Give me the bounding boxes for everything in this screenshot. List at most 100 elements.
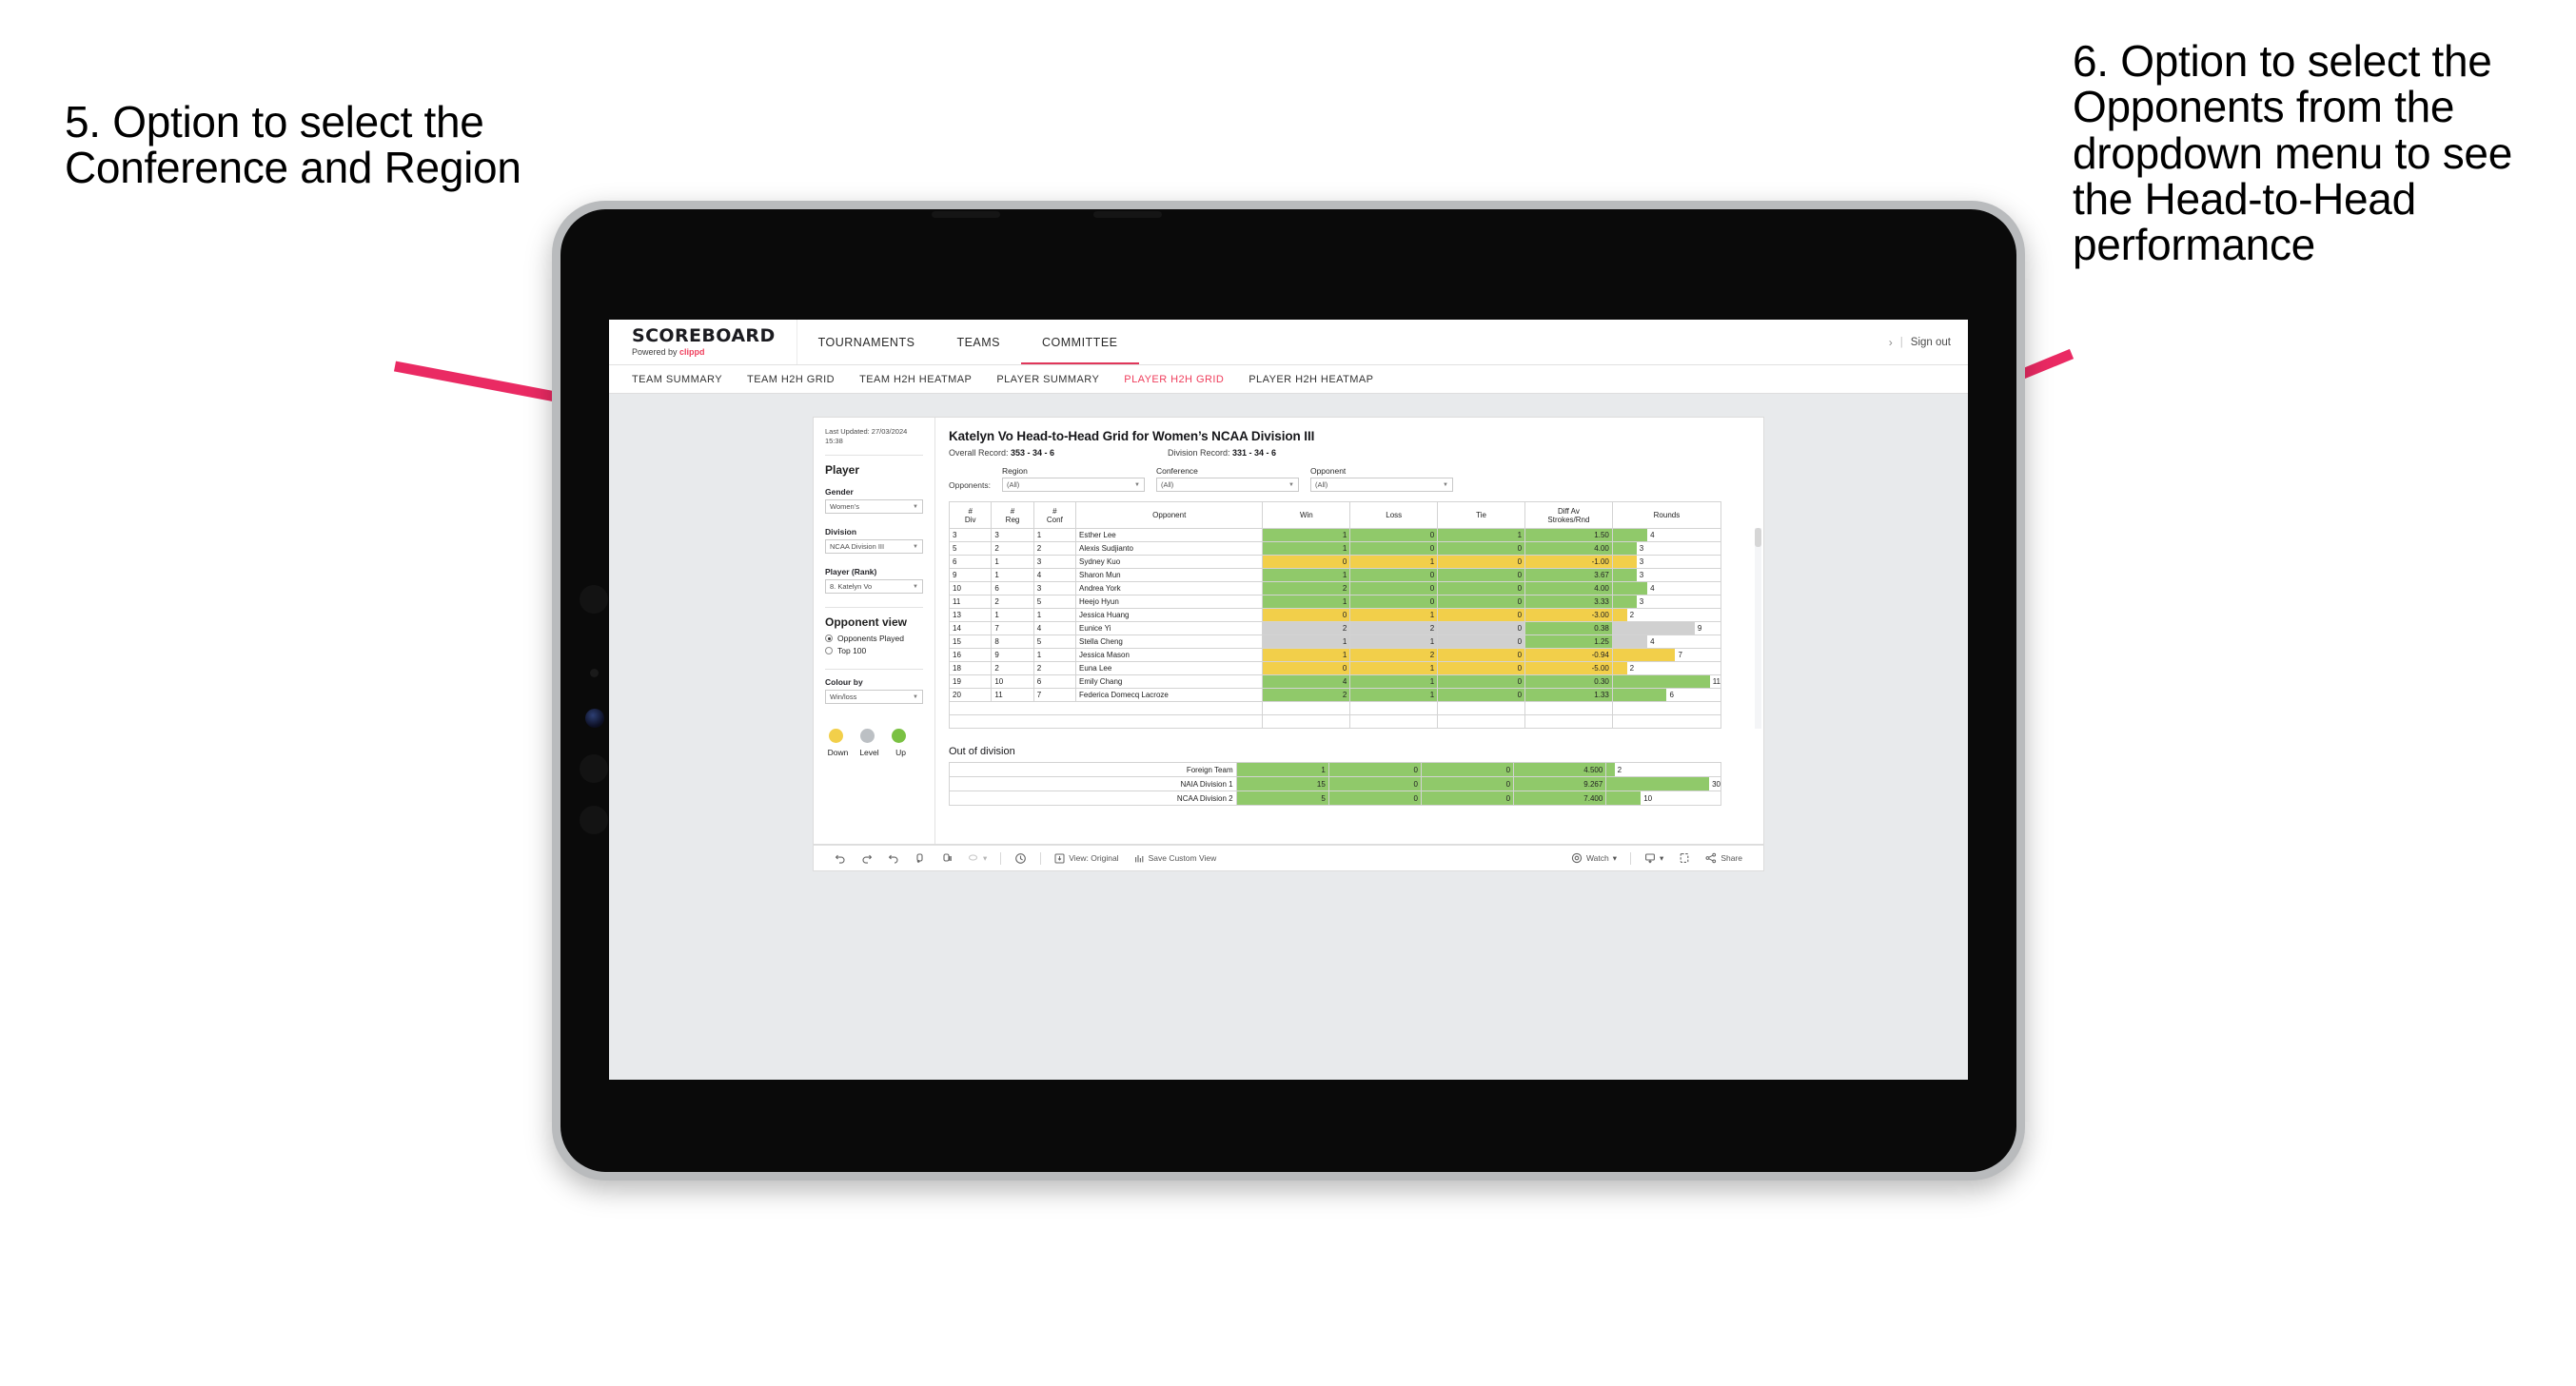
tab-team-h2h-grid[interactable]: TEAM H2H GRID <box>747 374 835 385</box>
filter-colour-by-select[interactable]: Win/loss ▼ <box>825 690 923 705</box>
sign-out-link[interactable]: Sign out <box>1911 337 1951 348</box>
grid-scrollbar-thumb[interactable] <box>1755 528 1761 547</box>
cell-tie: 0 <box>1420 791 1515 806</box>
table-row[interactable]: 10 6 3 Andrea York 2 0 0 4.00 4 <box>948 581 1722 595</box>
filter-conference-select[interactable]: (All) ▼ <box>1155 478 1299 492</box>
cell-reg: 1 <box>991 568 1034 582</box>
nav-item-tournaments[interactable]: TOURNAMENTS <box>797 320 936 364</box>
table-row[interactable]: 15 8 5 Stella Cheng 1 1 0 1.25 4 <box>948 634 1722 649</box>
filter-opponent-select[interactable]: (All) ▼ <box>1309 478 1453 492</box>
cell-diff-av-strokes: 1.25 <box>1524 634 1613 649</box>
filter-gender-select[interactable]: Women’s ▼ <box>825 499 923 515</box>
cell-tie: 0 <box>1437 568 1526 582</box>
share-button[interactable]: Share <box>1698 852 1750 864</box>
table-row[interactable]: 6 1 3 Sydney Kuo 0 1 0 -1.00 3 <box>948 555 1722 569</box>
tablet-device-frame: SCOREBOARD Powered by clippd TOURNAMENTS… <box>552 201 2025 1181</box>
filter-region-select[interactable]: (All) ▼ <box>1001 478 1145 492</box>
nav-item-teams[interactable]: TEAMS <box>935 320 1021 364</box>
save-custom-view-button[interactable]: Save Custom View <box>1127 853 1225 864</box>
table-row[interactable]: 13 1 1 Jessica Huang 0 1 0 -3.00 2 <box>948 608 1722 622</box>
annotation-5-text: 5. Option to select the Conference and R… <box>65 97 521 193</box>
radio-off-icon <box>825 647 833 655</box>
filter-division-select[interactable]: NCAA Division III ▼ <box>825 539 923 555</box>
alerts-dropdown[interactable]: ▾ <box>960 852 994 864</box>
table-row[interactable]: 16 9 1 Jessica Mason 1 2 0 -0.94 7 <box>948 648 1722 662</box>
table-row[interactable]: 14 7 4 Eunice Yi 2 2 0 0.38 9 <box>948 621 1722 635</box>
table-header-row: # Div # Reg # Conf Opponent Win Loss Tie Diff Av St… <box>948 501 1722 529</box>
fullscreen-button[interactable] <box>1671 852 1698 864</box>
brand-logo[interactable]: SCOREBOARD Powered by clippd <box>609 320 797 364</box>
download-button[interactable]: ▾ <box>1637 852 1671 864</box>
secondary-nav: TEAM SUMMARY TEAM H2H GRID TEAM H2H HEAT… <box>609 365 1968 394</box>
pause-updates-button[interactable] <box>934 852 960 864</box>
tab-player-summary[interactable]: PLAYER SUMMARY <box>996 374 1099 385</box>
column-header-rounds[interactable]: Rounds <box>1611 501 1722 529</box>
out-of-division-row[interactable]: Foreign Team 1 0 0 4.500 2 <box>949 762 1721 777</box>
cell-tie: 0 <box>1437 634 1526 649</box>
cell-conf: 2 <box>1032 661 1077 675</box>
last-updated-text: Last Updated: 27/03/2024 15:38 <box>825 427 908 446</box>
tab-player-h2h-grid[interactable]: PLAYER H2H GRID <box>1124 374 1224 385</box>
table-row[interactable]: 11 2 5 Heejo Hyun 1 0 0 3.33 3 <box>948 595 1722 609</box>
cell-tie: 0 <box>1437 688 1526 702</box>
cell-loss: 0 <box>1327 762 1422 777</box>
chevron-right-icon[interactable]: › <box>1889 336 1893 349</box>
cell-reg: 10 <box>991 674 1034 689</box>
cell-opponent: Heejo Hyun <box>1075 595 1264 609</box>
out-of-division-row[interactable]: NAIA Division 1 15 0 0 9.267 30 <box>949 776 1721 791</box>
filter-player-rank: Player (Rank) 8. Katelyn Vo ▼ <box>825 567 923 595</box>
view-original-button[interactable]: View: Original <box>1047 853 1126 864</box>
out-of-division-row[interactable]: NCAA Division 2 5 0 0 7.400 10 <box>949 791 1721 806</box>
cell-conf: 3 <box>1032 555 1077 569</box>
cell-loss: 1 <box>1349 608 1439 622</box>
watch-button[interactable]: Watch ▾ <box>1563 852 1624 864</box>
radio-opponents-played[interactable]: Opponents Played <box>825 634 923 643</box>
column-header-opponent[interactable]: Opponent <box>1075 501 1264 529</box>
column-header-conf[interactable]: # Conf <box>1032 501 1077 529</box>
undo-button[interactable] <box>827 852 854 864</box>
legend-swatch-up <box>892 729 906 744</box>
table-row[interactable]: 18 2 2 Euna Lee 0 1 0 -5.00 2 <box>948 661 1722 675</box>
grid-scrollbar[interactable] <box>1755 528 1761 729</box>
column-header-reg[interactable]: # Reg <box>991 501 1034 529</box>
radio-top-100[interactable]: Top 100 <box>825 646 923 655</box>
cell-diff-av-strokes: 4.00 <box>1524 541 1613 556</box>
overall-record-value: 353 - 34 - 6 <box>1011 448 1055 458</box>
cell-win: 1 <box>1262 595 1351 609</box>
filter-opponent: Opponent (All) ▼ <box>1309 466 1453 492</box>
redo-button[interactable] <box>854 852 880 864</box>
cell-win: 15 <box>1235 776 1329 791</box>
tab-team-summary[interactable]: TEAM SUMMARY <box>632 374 722 385</box>
cell-tie: 0 <box>1437 648 1526 662</box>
history-button[interactable] <box>1007 852 1034 865</box>
refresh-data-button[interactable] <box>907 852 934 864</box>
out-of-division-title: Out of division <box>949 746 1015 757</box>
sidebar-section-player: Player <box>825 463 860 478</box>
revert-button[interactable] <box>880 852 907 864</box>
cell-diff-av-strokes: 3.33 <box>1524 595 1613 609</box>
column-header-win[interactable]: Win <box>1262 501 1351 529</box>
tab-team-h2h-heatmap[interactable]: TEAM H2H HEATMAP <box>859 374 972 385</box>
table-row[interactable]: 3 3 1 Esther Lee 1 0 1 1.50 4 <box>948 528 1722 542</box>
filter-player-rank-select[interactable]: 8. Katelyn Vo ▼ <box>825 579 923 595</box>
nav-item-committee[interactable]: COMMITTEE <box>1021 320 1139 364</box>
cell-opponent: Federica Domecq Lacroze <box>1075 688 1264 702</box>
cell-group-name: Foreign Team <box>949 762 1237 777</box>
cell-conf: 5 <box>1032 634 1077 649</box>
table-row[interactable]: 19 10 6 Emily Chang 4 1 0 0.30 11 <box>948 674 1722 689</box>
column-header-div[interactable]: # Div <box>948 501 993 529</box>
filter-region: Region (All) ▼ <box>1001 466 1145 492</box>
legend-swatch-level <box>860 729 875 744</box>
column-header-loss[interactable]: Loss <box>1349 501 1439 529</box>
tab-player-h2h-heatmap[interactable]: PLAYER H2H HEATMAP <box>1249 374 1373 385</box>
filter-gender: Gender Women’s ▼ <box>825 487 923 515</box>
cell-win: 1 <box>1262 541 1351 556</box>
column-header-diff-av-strokes-rnd[interactable]: Diff Av Strokes/Rnd <box>1524 501 1613 529</box>
table-row[interactable]: 5 2 2 Alexis Sudjianto 1 0 0 4.00 3 <box>948 541 1722 556</box>
table-row[interactable]: 9 1 4 Sharon Mun 1 0 0 3.67 3 <box>948 568 1722 582</box>
column-header-tie[interactable]: Tie <box>1437 501 1526 529</box>
cell-conf: 5 <box>1032 595 1077 609</box>
cell-loss: 0 <box>1349 541 1439 556</box>
cell-opponent: Eunice Yi <box>1075 621 1264 635</box>
table-row[interactable]: 20 11 7 Federica Domecq Lacroze 2 1 0 1.33 6 <box>948 688 1722 702</box>
